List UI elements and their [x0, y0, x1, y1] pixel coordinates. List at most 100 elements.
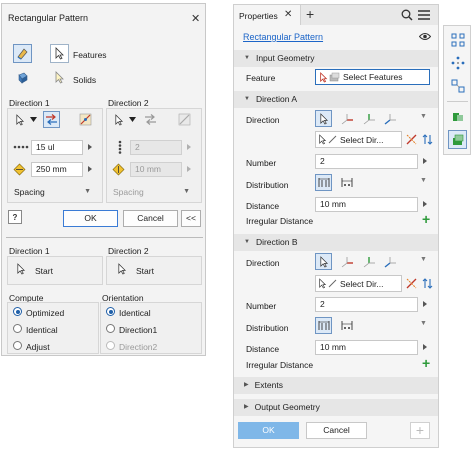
- eye-icon[interactable]: [419, 32, 431, 41]
- section-input-geometry[interactable]: ▼ Input Geometry: [234, 50, 438, 67]
- section-output-geometry-title: Output Geometry: [254, 402, 320, 412]
- help-icon[interactable]: ?: [8, 210, 22, 224]
- menu-icon[interactable]: [418, 10, 430, 20]
- tab-properties[interactable]: Properties ✕: [234, 5, 301, 25]
- compute-identical-radio[interactable]: [13, 324, 22, 333]
- direction1-midplane-icon[interactable]: [77, 111, 94, 128]
- direction-b-x-axis-icon[interactable]: [338, 253, 355, 270]
- start-direction2-pointer-icon[interactable]: [113, 260, 130, 277]
- compute-optimized-radio[interactable]: [13, 307, 22, 316]
- direction2-spacing-arrow-icon[interactable]: [187, 166, 191, 172]
- direction-a-pointer-button[interactable]: [315, 110, 332, 127]
- direction2-dropdown-icon[interactable]: [126, 111, 138, 128]
- solids-type-icon[interactable]: [13, 68, 32, 87]
- direction-a-flip-icon[interactable]: [419, 131, 436, 148]
- properties-ok-button[interactable]: OK: [238, 422, 299, 439]
- select-features-field[interactable]: Select Features: [315, 69, 430, 85]
- direction2-method-select[interactable]: Spacing ▼: [110, 185, 194, 199]
- orientation-direction2-radio[interactable]: [106, 341, 115, 350]
- chevron-down-icon[interactable]: ▼: [420, 256, 427, 263]
- direction-a-select-dir-field[interactable]: Select Dir...: [315, 131, 402, 148]
- direction-b-midplane-icon[interactable]: [403, 275, 420, 292]
- direction-a-distance-arrow-icon[interactable]: [423, 201, 427, 207]
- chevron-down-icon[interactable]: ▼: [420, 177, 427, 184]
- direction-b-select-dir-field[interactable]: Select Dir...: [315, 275, 402, 292]
- direction-b-number-arrow-icon[interactable]: [423, 301, 427, 307]
- direction1-method-select[interactable]: Spacing ▼: [11, 185, 95, 199]
- direction2-count-field[interactable]: 2: [130, 140, 182, 155]
- search-icon[interactable]: [401, 9, 413, 21]
- compute-adjust-radio[interactable]: [13, 341, 22, 350]
- direction2-flip-icon[interactable]: [142, 111, 159, 128]
- section-direction-b[interactable]: ▼ Direction B: [234, 234, 438, 251]
- direction-a-number-arrow-icon[interactable]: [423, 158, 427, 164]
- close-icon[interactable]: ✕: [284, 9, 292, 20]
- compute-identical-label: Identical: [26, 325, 58, 335]
- direction-b-distance-label: Distance: [246, 344, 280, 354]
- direction-a-extent-dist-button[interactable]: [338, 174, 355, 191]
- close-icon[interactable]: ✕: [191, 12, 200, 25]
- section-extents-title: Extents: [254, 380, 283, 390]
- start-direction2-button[interactable]: Start: [136, 266, 154, 276]
- direction-b-y-axis-icon[interactable]: [360, 253, 377, 270]
- start-direction1-pointer-icon[interactable]: [12, 260, 29, 277]
- direction-b-number-field[interactable]: 2: [315, 297, 418, 312]
- mirror-icon[interactable]: [448, 107, 467, 126]
- add-icon[interactable]: +: [422, 211, 430, 227]
- direction-b-distance-field[interactable]: 10 mm: [315, 340, 418, 355]
- section-direction-a[interactable]: ▼ Direction A: [234, 91, 438, 108]
- direction-b-irregular-label: Irregular Distance: [246, 360, 314, 370]
- direction-b-flip-icon[interactable]: [419, 275, 436, 292]
- direction1-pointer-icon[interactable]: [11, 111, 28, 128]
- sketch-pattern-icon[interactable]: [448, 76, 467, 95]
- direction-a-y-axis-icon[interactable]: [360, 110, 377, 127]
- direction2-midplane-icon[interactable]: [176, 111, 193, 128]
- pattern-solid-icon[interactable]: [448, 130, 467, 149]
- dialog-more-button[interactable]: <<: [181, 210, 201, 227]
- dialog-ok-button[interactable]: OK: [63, 210, 118, 227]
- direction-a-distance-field[interactable]: 10 mm: [315, 197, 418, 212]
- circular-pattern-icon[interactable]: [448, 53, 467, 72]
- dialog-cancel-button[interactable]: Cancel: [123, 210, 178, 227]
- orientation-identical-radio[interactable]: [106, 307, 115, 316]
- direction2-count-arrow-icon[interactable]: [187, 144, 191, 150]
- features-select-button[interactable]: [50, 44, 69, 63]
- direction-b-spacing-dist-button[interactable]: [315, 317, 332, 334]
- direction-a-number-field[interactable]: 2: [315, 154, 418, 169]
- direction-a-direction-label: Direction: [246, 115, 280, 125]
- properties-cancel-button[interactable]: Cancel: [306, 422, 367, 439]
- direction2-spacing-field[interactable]: 10 mm: [130, 162, 182, 177]
- direction1-dropdown-icon[interactable]: [27, 111, 39, 128]
- rectangular-pattern-icon[interactable]: [448, 30, 467, 49]
- direction1-flip-icon[interactable]: [43, 111, 60, 128]
- direction-b-extent-dist-button[interactable]: [338, 317, 355, 334]
- direction-b-distance-arrow-icon[interactable]: [423, 344, 427, 350]
- direction1-spacing-field[interactable]: 250 mm: [31, 162, 83, 177]
- direction1-spacing-arrow-icon[interactable]: [88, 166, 92, 172]
- direction-a-z-axis-icon[interactable]: [381, 110, 398, 127]
- direction-a-midplane-icon[interactable]: [403, 131, 420, 148]
- plus-icon[interactable]: +: [410, 422, 430, 439]
- direction2-pointer-icon[interactable]: [110, 111, 127, 128]
- side-toolbar: [443, 25, 471, 155]
- feature-label: Feature: [246, 73, 276, 83]
- direction-b-z-axis-icon[interactable]: [381, 253, 398, 270]
- direction-a-x-axis-icon[interactable]: [338, 110, 355, 127]
- add-icon[interactable]: +: [422, 355, 430, 371]
- direction-b-pointer-button[interactable]: [315, 253, 332, 270]
- direction1-count-field[interactable]: 15 ul: [31, 140, 83, 155]
- solids-select-button[interactable]: [50, 68, 69, 87]
- section-extents[interactable]: ▶ Extents: [234, 377, 438, 394]
- direction-a-spacing-dist-button[interactable]: [315, 174, 332, 191]
- chevron-down-icon[interactable]: ▼: [420, 320, 427, 327]
- features-type-icon[interactable]: [13, 44, 32, 63]
- orientation-direction1-radio[interactable]: [106, 324, 115, 333]
- plus-icon[interactable]: +: [306, 6, 314, 22]
- properties-panel: Properties ✕ + Rectangular Pattern ▼ Inpu…: [233, 4, 439, 448]
- section-output-geometry[interactable]: ▶ Output Geometry: [234, 399, 438, 416]
- start-direction1-button[interactable]: Start: [35, 266, 53, 276]
- direction-a-select-dir-text: Select Dir...: [340, 135, 384, 145]
- chevron-down-icon[interactable]: ▼: [420, 113, 427, 120]
- panel-title-link[interactable]: Rectangular Pattern: [243, 32, 323, 42]
- direction1-count-arrow-icon[interactable]: [88, 144, 92, 150]
